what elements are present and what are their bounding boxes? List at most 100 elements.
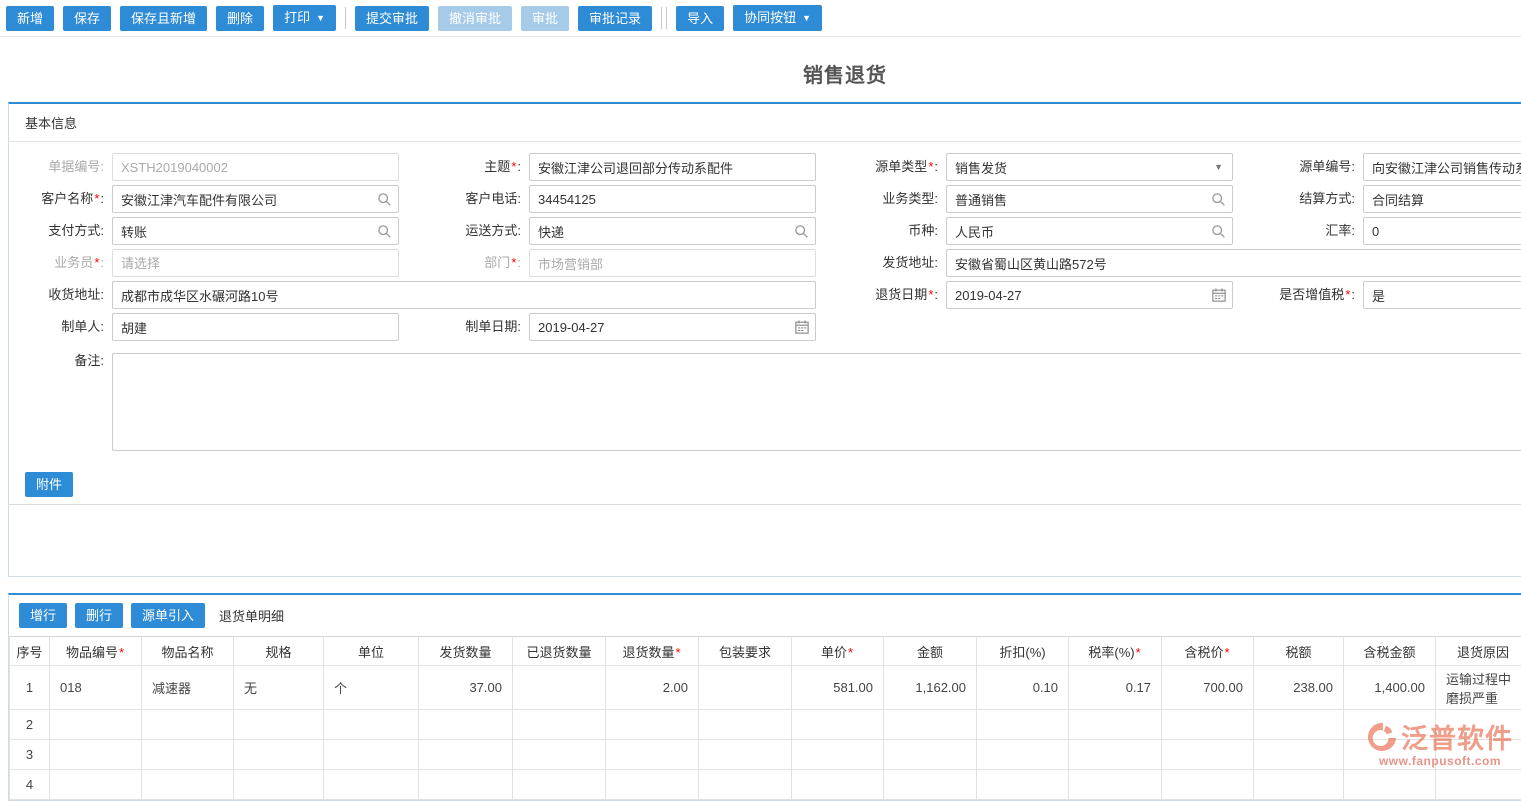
- table-cell[interactable]: [792, 740, 884, 770]
- import-button[interactable]: 导入: [676, 6, 724, 31]
- table-cell[interactable]: 2.00: [606, 666, 699, 710]
- add-row-button[interactable]: 增行: [19, 603, 67, 628]
- table-cell[interactable]: [419, 710, 513, 740]
- table-cell[interactable]: [1254, 710, 1344, 740]
- source-type-select[interactable]: [946, 153, 1233, 181]
- table-cell[interactable]: [1069, 740, 1162, 770]
- transport-input[interactable]: [529, 217, 816, 245]
- customer-phone-input[interactable]: [529, 185, 816, 213]
- table-cell[interactable]: [1344, 740, 1436, 770]
- receive-address-input[interactable]: [112, 281, 816, 309]
- table-cell[interactable]: [142, 710, 234, 740]
- remark-textarea[interactable]: [112, 353, 1521, 451]
- approval-record-button[interactable]: 审批记录: [578, 6, 652, 31]
- table-cell[interactable]: 37.00: [419, 666, 513, 710]
- table-cell[interactable]: [606, 740, 699, 770]
- table-cell[interactable]: [142, 770, 234, 800]
- business-type-input[interactable]: [946, 185, 1233, 213]
- table-cell[interactable]: [419, 770, 513, 800]
- table-cell[interactable]: [792, 770, 884, 800]
- table-cell[interactable]: [699, 770, 792, 800]
- creator-input[interactable]: [112, 313, 399, 341]
- search-icon[interactable]: [377, 192, 392, 207]
- search-icon[interactable]: [794, 224, 809, 239]
- table-cell[interactable]: [234, 770, 324, 800]
- search-icon[interactable]: [377, 224, 392, 239]
- table-cell[interactable]: [1436, 770, 1521, 800]
- table-cell[interactable]: [513, 770, 606, 800]
- table-cell[interactable]: 238.00: [1254, 666, 1344, 710]
- submit-approval-button[interactable]: 提交审批: [355, 6, 429, 31]
- table-cell[interactable]: [324, 770, 419, 800]
- revoke-approval-button[interactable]: 撤消审批: [438, 6, 512, 31]
- table-cell[interactable]: 581.00: [792, 666, 884, 710]
- table-cell[interactable]: [1254, 740, 1344, 770]
- table-cell[interactable]: [884, 740, 977, 770]
- table-cell[interactable]: 1,162.00: [884, 666, 977, 710]
- import-source-button[interactable]: 源单引入: [131, 603, 205, 628]
- calendar-icon[interactable]: [1212, 288, 1226, 302]
- vat-input[interactable]: [1363, 281, 1521, 309]
- table-cell[interactable]: 0.17: [1069, 666, 1162, 710]
- table-cell[interactable]: [324, 740, 419, 770]
- table-cell[interactable]: [50, 740, 142, 770]
- table-cell[interactable]: [699, 710, 792, 740]
- delete-row-button[interactable]: 删行: [75, 603, 123, 628]
- chevron-down-icon[interactable]: ▼: [1214, 162, 1223, 172]
- currency-input[interactable]: [946, 217, 1233, 245]
- table-cell[interactable]: [606, 770, 699, 800]
- table-cell[interactable]: [1344, 770, 1436, 800]
- table-cell[interactable]: [1436, 740, 1521, 770]
- table-cell[interactable]: [1162, 770, 1254, 800]
- customer-name-input[interactable]: [112, 185, 399, 213]
- table-cell[interactable]: 个: [324, 666, 419, 710]
- approve-button[interactable]: 审批: [521, 6, 569, 31]
- table-cell[interactable]: [513, 666, 606, 710]
- table-cell[interactable]: 0.10: [977, 666, 1069, 710]
- table-cell[interactable]: [699, 740, 792, 770]
- table-cell[interactable]: 700.00: [1162, 666, 1254, 710]
- table-cell[interactable]: [1069, 710, 1162, 740]
- table-cell[interactable]: [1436, 710, 1521, 740]
- table-cell[interactable]: 无: [234, 666, 324, 710]
- table-cell[interactable]: [1162, 740, 1254, 770]
- table-cell[interactable]: [1344, 710, 1436, 740]
- source-no-input[interactable]: [1363, 153, 1521, 181]
- collaborate-button[interactable]: 协同按钮▼: [733, 5, 822, 31]
- calendar-icon[interactable]: [795, 320, 809, 334]
- table-cell[interactable]: 运输过程中磨损严重: [1436, 666, 1521, 710]
- save-button[interactable]: 保存: [63, 6, 111, 31]
- delete-button[interactable]: 删除: [216, 6, 264, 31]
- table-cell[interactable]: [699, 666, 792, 710]
- table-cell[interactable]: 018: [50, 666, 142, 710]
- table-cell[interactable]: [977, 740, 1069, 770]
- department-input[interactable]: [529, 249, 816, 277]
- table-cell[interactable]: [1162, 710, 1254, 740]
- table-cell[interactable]: [513, 740, 606, 770]
- table-cell[interactable]: [977, 710, 1069, 740]
- payment-input[interactable]: [112, 217, 399, 245]
- table-cell[interactable]: 1,400.00: [1344, 666, 1436, 710]
- new-button[interactable]: 新增: [6, 6, 54, 31]
- ship-address-input[interactable]: [946, 249, 1521, 277]
- table-cell[interactable]: [419, 740, 513, 770]
- salesman-input[interactable]: [112, 249, 399, 277]
- search-icon[interactable]: [1211, 224, 1226, 239]
- attachment-button[interactable]: 附件: [25, 472, 73, 497]
- table-cell[interactable]: [792, 710, 884, 740]
- table-cell[interactable]: [977, 770, 1069, 800]
- table-cell[interactable]: [884, 770, 977, 800]
- table-cell[interactable]: [142, 740, 234, 770]
- exchange-rate-input[interactable]: [1363, 217, 1521, 245]
- search-icon[interactable]: [1211, 192, 1226, 207]
- save-and-new-button[interactable]: 保存且新增: [120, 6, 207, 31]
- table-cell[interactable]: [513, 710, 606, 740]
- table-cell[interactable]: 减速器: [142, 666, 234, 710]
- table-cell[interactable]: [1069, 770, 1162, 800]
- table-cell[interactable]: [234, 740, 324, 770]
- table-cell[interactable]: [884, 710, 977, 740]
- table-cell[interactable]: [50, 710, 142, 740]
- table-cell[interactable]: [606, 710, 699, 740]
- table-cell[interactable]: [234, 710, 324, 740]
- create-date-input[interactable]: [529, 313, 816, 341]
